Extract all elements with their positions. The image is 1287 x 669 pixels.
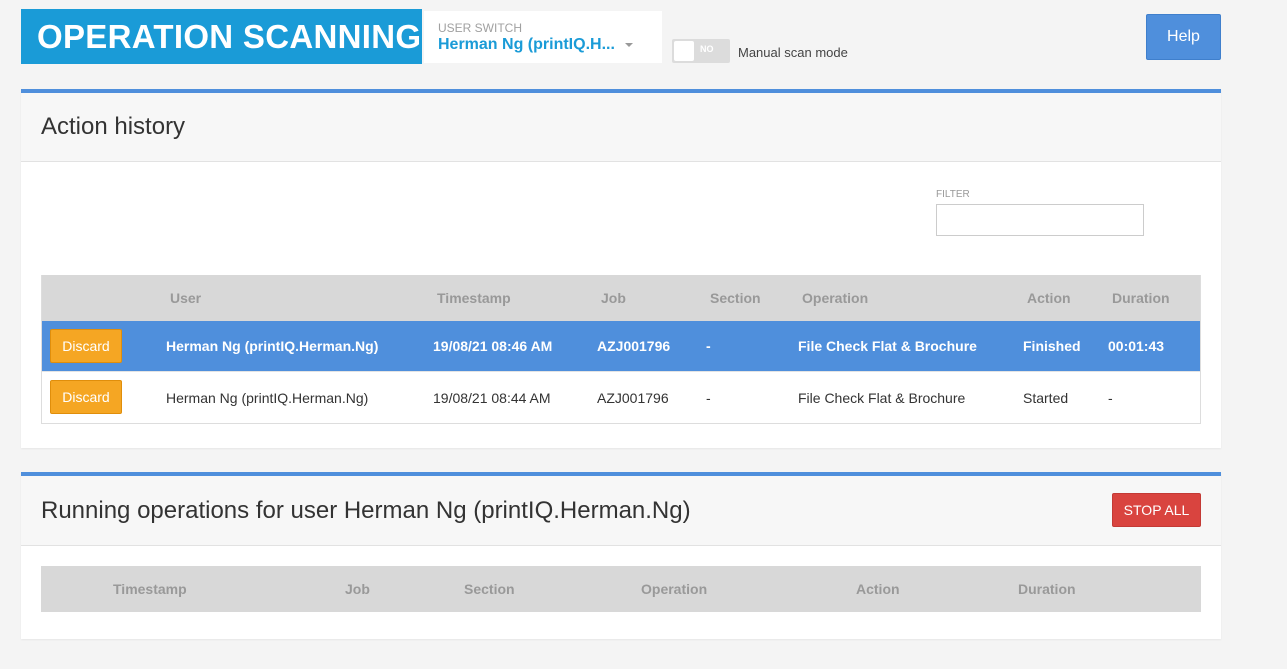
running-operations-panel: Running operations for user Herman Ng (p… [21, 472, 1221, 639]
user-switch-selected: Herman Ng (printIQ.H... [438, 36, 615, 53]
cell-timestamp: 19/08/21 08:44 AM [433, 389, 551, 406]
cell-job: AZJ001796 [597, 338, 671, 354]
filter-group: FILTER [936, 189, 1144, 236]
table-header: User Timestamp Job Section Operation Act… [42, 275, 1200, 321]
column-header-duration[interactable]: Duration [1018, 581, 1076, 597]
manual-scan-label: Manual scan mode [738, 45, 848, 60]
cell-operation: File Check Flat & Brochure [798, 338, 977, 354]
action-history-panel: Action history FILTER User Timestamp Job… [21, 89, 1221, 448]
top-bar: OPERATION SCANNING USER SWITCH Herman Ng… [21, 9, 1221, 65]
column-header-timestamp[interactable]: Timestamp [113, 581, 187, 597]
chevron-down-icon [624, 43, 633, 47]
column-header-timestamp[interactable]: Timestamp [437, 290, 511, 306]
cell-user: Herman Ng (printIQ.Herman.Ng) [166, 389, 369, 406]
column-header-user[interactable]: User [170, 290, 201, 306]
cell-duration: 00:01:43 [1108, 338, 1165, 354]
table-row[interactable]: Discard Herman Ng (printIQ.Herman.Ng) 19… [42, 372, 1200, 423]
filter-label: FILTER [936, 189, 970, 200]
column-header-section[interactable]: Section [710, 290, 761, 306]
help-button[interactable]: Help [1146, 14, 1221, 60]
toggle-state-text: NO [700, 44, 714, 54]
cell-section: - [706, 338, 711, 354]
cell-operation: File Check Flat & Brochure [798, 389, 966, 406]
user-switch-label: USER SWITCH [438, 21, 522, 35]
column-header-action[interactable]: Action [1027, 290, 1071, 306]
column-header-job[interactable]: Job [601, 290, 626, 306]
user-switch-dropdown[interactable]: USER SWITCH Herman Ng (printIQ.H... [424, 11, 662, 63]
cell-action: Started [1023, 389, 1069, 406]
running-operations-title: Running operations for user Herman Ng (p… [41, 496, 691, 524]
toggle-knob [674, 41, 694, 61]
cell-action: Finished [1023, 338, 1081, 354]
table-header: Timestamp Job Section Operation Action D… [41, 566, 1201, 612]
column-header-operation[interactable]: Operation [641, 581, 707, 597]
user-switch-value[interactable]: Herman Ng (printIQ.H... [438, 36, 662, 54]
cell-job: AZJ001796 [597, 389, 669, 406]
running-operations-table: Timestamp Job Section Operation Action D… [41, 566, 1201, 612]
cell-section: - [706, 389, 711, 406]
action-history-table: User Timestamp Job Section Operation Act… [41, 275, 1201, 424]
cell-user: Herman Ng (printIQ.Herman.Ng) [166, 338, 379, 354]
column-header-operation[interactable]: Operation [802, 290, 868, 306]
discard-button[interactable]: Discard [50, 329, 122, 363]
manual-scan-toggle[interactable]: NO [672, 39, 730, 63]
discard-button[interactable]: Discard [50, 380, 122, 414]
cell-duration: - [1108, 389, 1113, 406]
app-title: OPERATION SCANNING [21, 9, 422, 64]
column-header-job[interactable]: Job [345, 581, 370, 597]
stop-all-button[interactable]: STOP ALL [1112, 493, 1201, 527]
cell-timestamp: 19/08/21 08:46 AM [433, 338, 553, 354]
action-history-title: Action history [41, 113, 186, 140]
column-header-duration[interactable]: Duration [1112, 290, 1170, 306]
column-header-section[interactable]: Section [464, 581, 515, 597]
action-history-header: Action history [21, 93, 1221, 162]
running-operations-header: Running operations for user Herman Ng (p… [21, 476, 1221, 546]
column-header-action[interactable]: Action [856, 581, 900, 597]
table-row[interactable]: Discard Herman Ng (printIQ.Herman.Ng) 19… [42, 321, 1200, 372]
filter-input[interactable] [936, 204, 1144, 236]
